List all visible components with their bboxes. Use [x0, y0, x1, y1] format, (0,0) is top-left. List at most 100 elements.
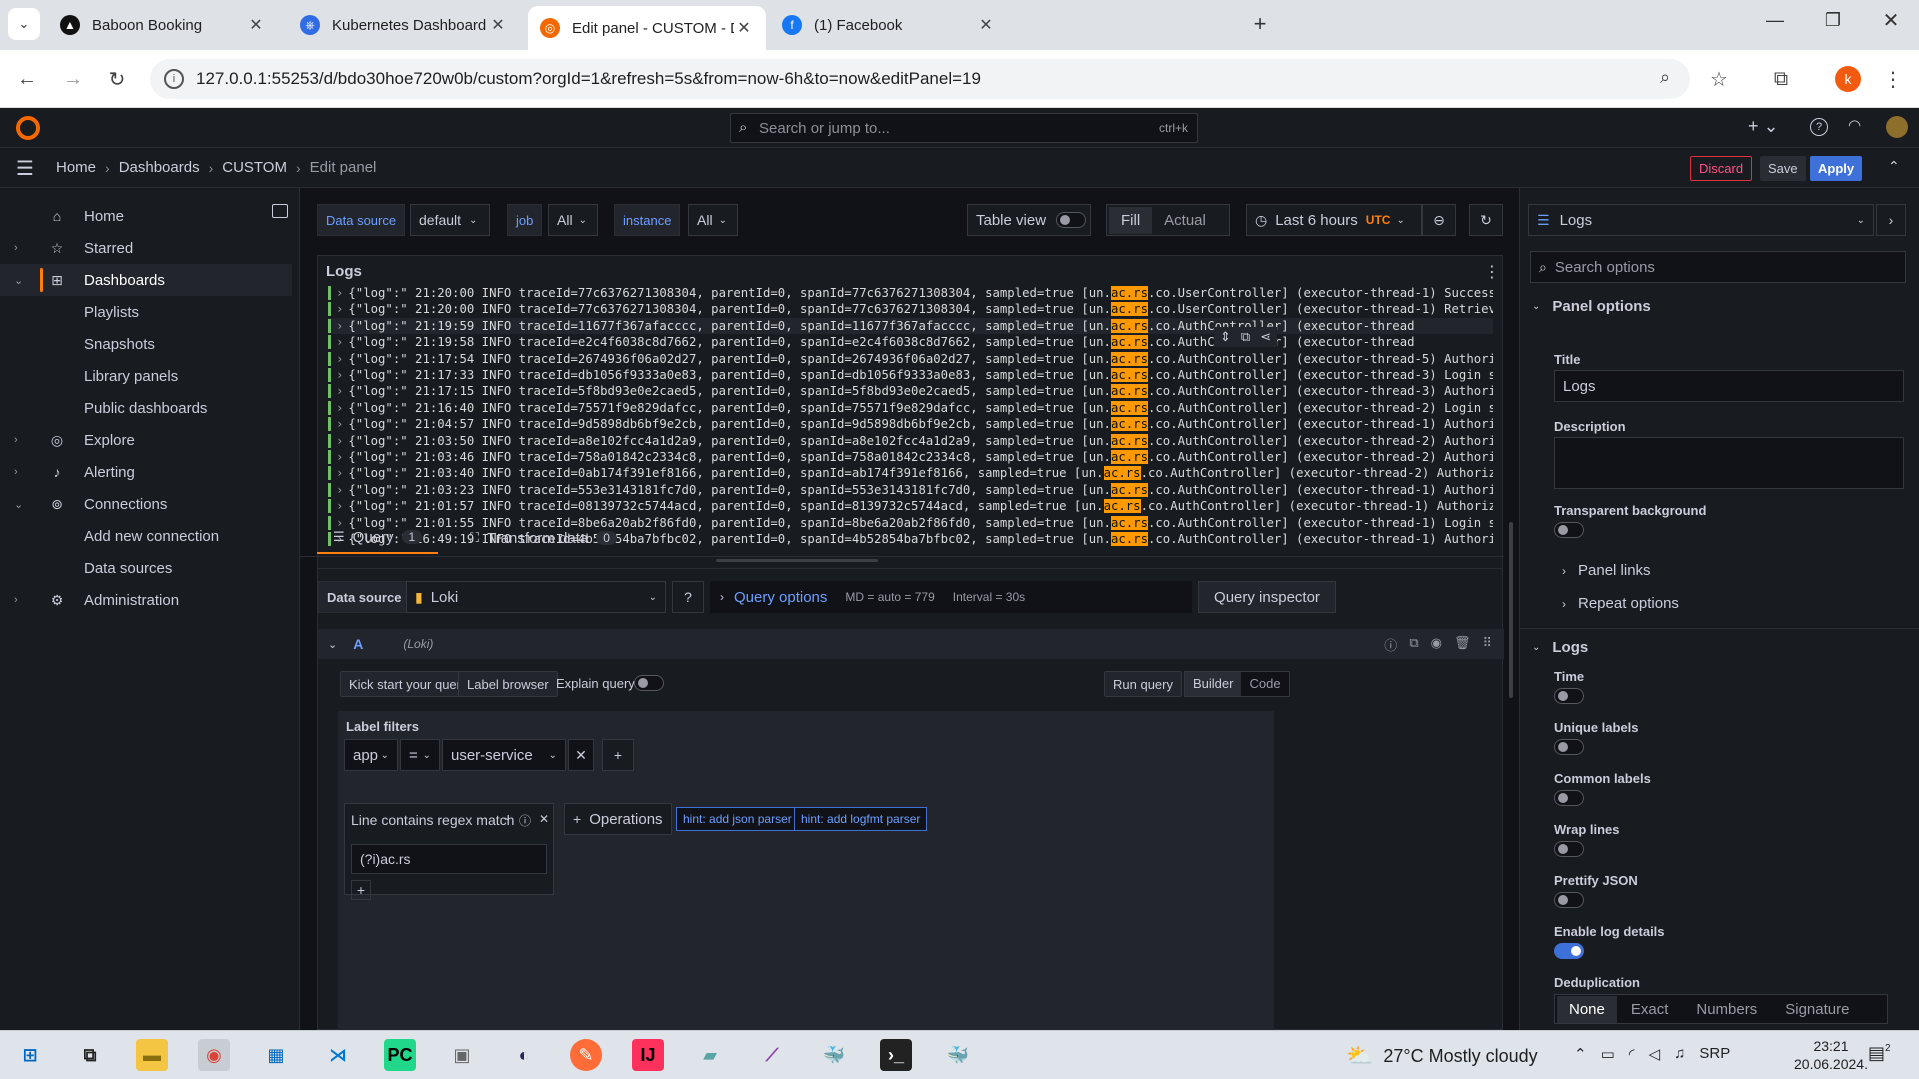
- sidebar-item-connections[interactable]: ⌄ ⊚ Connections: [0, 488, 292, 520]
- main-scrollbar[interactable]: [1509, 522, 1513, 698]
- tab-transform-data[interactable]: ⛶ Transform data 0: [470, 522, 617, 554]
- share-icon[interactable]: ⋖: [1260, 329, 1271, 345]
- tab-edit-panel[interactable]: ◎ Edit panel - CUSTOM - Dashbo ✕: [528, 6, 766, 50]
- tab-search-button[interactable]: ⌄: [8, 8, 40, 40]
- sidebar-item-dashboards[interactable]: ⌄ ⊞ Dashboards: [0, 264, 292, 296]
- log-line[interactable]: › {"log":" 21:01:57 INFO traceId=08139732…: [328, 498, 1493, 514]
- builder-mode-option[interactable]: Builder: [1185, 672, 1242, 696]
- address-bar[interactable]: i 127.0.0.1:55253/d/bdo30hoe720w0b/custo…: [150, 59, 1690, 99]
- visualization-picker[interactable]: ☰ Logs ⌄: [1528, 204, 1874, 236]
- actual-option[interactable]: Actual: [1152, 207, 1218, 234]
- profile-avatar[interactable]: k: [1835, 66, 1861, 92]
- panel-links-section[interactable]: › Panel links: [1562, 562, 1651, 579]
- expand-chevron-icon[interactable]: ›: [336, 499, 343, 513]
- add-label-filter-button[interactable]: +: [602, 739, 634, 771]
- line-filter-value-input[interactable]: (?i)ac.rs: [351, 844, 547, 874]
- log-line[interactable]: › {"log":" 21:20:00 INFO traceId=77c63762…: [328, 301, 1493, 317]
- expand-chevron-icon[interactable]: ›: [336, 384, 343, 398]
- refresh-button[interactable]: ↻: [1469, 204, 1503, 236]
- tab-baboon-booking[interactable]: ▲ Baboon Booking ✕: [48, 6, 278, 44]
- title-input[interactable]: Logs: [1554, 370, 1904, 402]
- chevron-right-icon[interactable]: ›: [14, 242, 18, 254]
- table-view-switch[interactable]: [1056, 212, 1086, 228]
- grafana-logo-icon[interactable]: [16, 116, 40, 140]
- sidebar-item-starred[interactable]: › ☆ Starred: [0, 232, 292, 264]
- logs-options-section[interactable]: ⌄ Logs: [1532, 639, 1588, 656]
- eye-icon[interactable]: ◉: [1431, 635, 1442, 654]
- dedup-numbers-option[interactable]: Numbers: [1682, 996, 1771, 1023]
- close-icon[interactable]: ✕: [976, 15, 996, 35]
- log-line[interactable]: › {"log":" 21:03:23 INFO traceId=553e3143…: [328, 482, 1493, 498]
- table-view-toggle[interactable]: Table view: [967, 204, 1091, 236]
- expand-chevron-icon[interactable]: ›: [336, 286, 343, 300]
- label-filter-operator-select[interactable]: = ⌄: [400, 739, 440, 771]
- chevron-right-icon[interactable]: ›: [14, 594, 18, 606]
- app-icon[interactable]: ▣: [446, 1039, 478, 1071]
- fill-option[interactable]: Fill: [1109, 206, 1153, 234]
- pycharm-icon[interactable]: PC: [384, 1039, 416, 1071]
- log-line[interactable]: › {"log":" 21:17:15 INFO traceId=5f8bd93e…: [328, 383, 1493, 399]
- user-avatar[interactable]: [1886, 116, 1908, 138]
- chevron-right-icon[interactable]: ›: [14, 466, 18, 478]
- copy-icon[interactable]: ⧉: [1241, 329, 1250, 345]
- code-mode-option[interactable]: Code: [1241, 672, 1288, 696]
- explain-query-toggle[interactable]: [634, 675, 664, 691]
- log-line[interactable]: › {"log":" 21:16:40 INFO traceId=75571f9e…: [328, 400, 1493, 416]
- help-icon[interactable]: ?: [1810, 118, 1828, 136]
- sidebar-item-alerting[interactable]: › ♪ Alerting: [0, 456, 292, 488]
- docker-icon[interactable]: 🐳: [818, 1039, 850, 1071]
- datasource-variable-select[interactable]: default ⌄: [410, 204, 490, 236]
- hint-json-parser[interactable]: hint: add json parser: [676, 807, 799, 831]
- panel-options-section[interactable]: ⌄ Panel options: [1532, 298, 1651, 315]
- log-line[interactable]: › {"log":" 21:19:58 INFO traceId=e2c4f603…: [328, 334, 1493, 350]
- tab-query[interactable]: ☰ Query 1: [317, 522, 439, 554]
- hint-logfmt-parser[interactable]: hint: add logfmt parser: [794, 807, 928, 831]
- new-tab-button[interactable]: +: [1246, 10, 1274, 38]
- add-line-filter-value-button[interactable]: +: [351, 880, 371, 900]
- wrap-lines-toggle[interactable]: [1554, 841, 1584, 857]
- volume-icon[interactable]: ◁: [1649, 1045, 1661, 1063]
- tray-chevron-icon[interactable]: ⌃: [1574, 1045, 1587, 1063]
- tab-facebook[interactable]: f (1) Facebook ✕: [770, 6, 1008, 44]
- add-new-icon[interactable]: + ⌄: [1748, 116, 1779, 137]
- expand-chevron-icon[interactable]: ›: [336, 302, 343, 316]
- zoom-icon[interactable]: ⌕: [1660, 67, 1670, 88]
- sidebar-item-library-panels[interactable]: Library panels: [0, 360, 292, 392]
- expand-chevron-icon[interactable]: ›: [336, 434, 343, 448]
- close-icon[interactable]: ✕: [246, 15, 266, 35]
- breadcrumb-custom[interactable]: CUSTOM: [222, 159, 287, 176]
- bookmark-star-icon[interactable]: ☆: [1704, 64, 1734, 94]
- drag-handle-icon[interactable]: ⠿: [1482, 635, 1492, 654]
- expand-chevron-icon[interactable]: ›: [336, 335, 343, 349]
- notes-icon[interactable]: ▰: [694, 1039, 726, 1071]
- apply-button[interactable]: Apply: [1810, 156, 1863, 181]
- label-filter-value-select[interactable]: user-service ⌄: [442, 739, 566, 771]
- expand-chevron-icon[interactable]: ›: [336, 319, 343, 333]
- eclipse-icon[interactable]: ◐: [508, 1039, 540, 1071]
- site-info-icon[interactable]: i: [164, 69, 184, 89]
- datasource-help-button[interactable]: ?: [672, 581, 704, 613]
- chevron-right-icon[interactable]: ›: [14, 434, 18, 446]
- language-indicator[interactable]: SRP: [1699, 1045, 1730, 1063]
- info-icon[interactable]: ⓘ: [519, 812, 531, 829]
- query-ref-id[interactable]: A: [353, 636, 363, 652]
- time-range-picker[interactable]: ◷ Last 6 hours UTC ⌄: [1246, 204, 1422, 236]
- speaker-icon[interactable]: ♫: [1674, 1045, 1685, 1063]
- expand-chevron-icon[interactable]: ›: [336, 401, 343, 415]
- collapse-chevron-icon[interactable]: ⌃: [1888, 158, 1900, 175]
- terminal-icon[interactable]: ›_: [880, 1039, 912, 1071]
- breadcrumb-home[interactable]: Home: [56, 159, 96, 176]
- chrome-icon[interactable]: ◉: [198, 1039, 230, 1071]
- label-browser-button[interactable]: Label browser: [458, 671, 558, 697]
- sidebar-item-data-sources[interactable]: Data sources: [0, 552, 292, 584]
- line-filter-name[interactable]: Line contains regex match: [351, 812, 514, 828]
- postman-icon[interactable]: ✎: [570, 1039, 602, 1071]
- browser-menu-icon[interactable]: ⋮: [1878, 64, 1908, 94]
- remove-label-filter-button[interactable]: ✕: [568, 739, 594, 771]
- clock[interactable]: 23:21 20.06.2024.: [1794, 1037, 1868, 1073]
- minimize-button[interactable]: —: [1760, 10, 1790, 38]
- log-line[interactable]: › {"log":" 21:20:00 INFO traceId=77c63762…: [328, 285, 1493, 301]
- sidebar-item-home[interactable]: ⌂ Home: [0, 200, 292, 232]
- expand-chevron-icon[interactable]: ›: [336, 450, 343, 464]
- log-line[interactable]: › {"log":" 21:03:46 INFO traceId=758a0184…: [328, 449, 1493, 465]
